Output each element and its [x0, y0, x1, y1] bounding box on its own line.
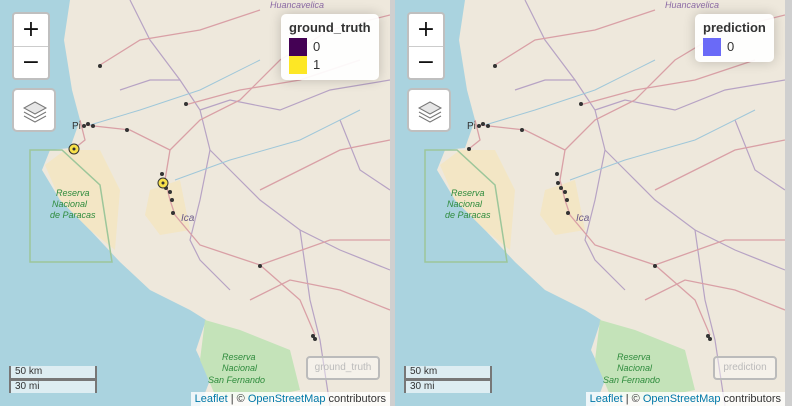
- legend-prediction: prediction 0: [695, 14, 774, 62]
- map-label-huancavelica: Huancavelica: [270, 0, 324, 10]
- map-label-reserve-sf-3: San Fernando: [603, 375, 660, 385]
- zoom-control: + −: [407, 12, 445, 80]
- map-label-reserve-paracas-1: Reserva: [451, 188, 485, 198]
- marker[interactable]: [258, 264, 262, 268]
- marker[interactable]: [82, 124, 86, 128]
- marker[interactable]: [708, 337, 712, 341]
- map-label-reserve-paracas-1: Reserva: [56, 188, 90, 198]
- map-label-reserve-paracas-2: Nacional: [447, 199, 483, 209]
- map-label-reserve-sf-1: Reserva: [222, 352, 256, 362]
- leaflet-link[interactable]: Leaflet: [195, 393, 228, 405]
- layers-button[interactable]: [12, 88, 56, 132]
- marker[interactable]: [556, 181, 560, 185]
- map-label-pisco: Pi: [467, 121, 476, 132]
- marker[interactable]: [160, 172, 164, 176]
- scale-bar: 50 km 30 mi: [404, 366, 492, 393]
- marker[interactable]: [555, 172, 559, 176]
- legend-row: 1: [289, 56, 371, 74]
- map-label-ica: Ica: [576, 213, 590, 224]
- marker[interactable]: [486, 124, 490, 128]
- layers-button[interactable]: [407, 88, 451, 132]
- scale-km: 50 km: [404, 366, 492, 380]
- marker[interactable]: [653, 264, 657, 268]
- map-comparison-view: Reserva Nacional de Paracas Reserva Naci…: [0, 0, 792, 406]
- page-gutter: [785, 0, 792, 406]
- marker[interactable]: [520, 128, 524, 132]
- map-label-reserve-sf-1: Reserva: [617, 352, 651, 362]
- map-label-reserve-paracas-3: de Paracas: [50, 210, 96, 220]
- map-label-reserve-sf-2: Nacional: [222, 363, 258, 373]
- marker[interactable]: [168, 190, 172, 194]
- legend-title: ground_truth: [289, 20, 371, 35]
- scale-bar: 50 km 30 mi: [9, 366, 97, 393]
- legend-label: 1: [313, 57, 321, 72]
- marker[interactable]: [98, 64, 102, 68]
- legend-swatch: [289, 56, 307, 74]
- marker[interactable]: [565, 198, 569, 202]
- marker[interactable]: [125, 128, 129, 132]
- attribution-sep: | ©: [622, 393, 643, 405]
- marker[interactable]: [493, 64, 497, 68]
- marker[interactable]: [566, 211, 570, 215]
- scale-km: 50 km: [9, 366, 97, 380]
- marker[interactable]: [86, 122, 90, 126]
- layer-toggle-badge[interactable]: prediction: [713, 356, 777, 380]
- prediction-map[interactable]: Reserva Nacional de Paracas Reserva Naci…: [395, 0, 785, 406]
- marker[interactable]: [184, 102, 188, 106]
- layers-icon: [417, 101, 443, 123]
- marker[interactable]: [559, 186, 563, 190]
- attribution-suffix: contributors: [720, 393, 781, 405]
- map-label-pisco: Pi: [72, 121, 81, 132]
- ground-truth-map[interactable]: Reserva Nacional de Paracas Reserva Naci…: [0, 0, 390, 406]
- legend-row: 0: [289, 38, 371, 56]
- marker[interactable]: [170, 198, 174, 202]
- zoom-in-button[interactable]: +: [14, 14, 48, 47]
- scale-mi: 30 mi: [404, 379, 492, 393]
- map-label-reserve-paracas-2: Nacional: [52, 199, 88, 209]
- marker[interactable]: [563, 190, 567, 194]
- zoom-out-button[interactable]: −: [409, 47, 443, 79]
- leaflet-link[interactable]: Leaflet: [590, 393, 623, 405]
- marker[interactable]: [579, 102, 583, 106]
- attribution: Leaflet | © OpenStreetMap contributors: [585, 392, 785, 406]
- attribution: Leaflet | © OpenStreetMap contributors: [190, 392, 390, 406]
- osm-link[interactable]: OpenStreetMap: [643, 393, 721, 405]
- legend-swatch: [703, 38, 721, 56]
- marker[interactable]: [171, 211, 175, 215]
- osm-link[interactable]: OpenStreetMap: [248, 393, 326, 405]
- map-label-reserve-sf-3: San Fernando: [208, 375, 265, 385]
- map-label-reserve-sf-2: Nacional: [617, 363, 653, 373]
- attribution-sep: | ©: [227, 393, 248, 405]
- marker[interactable]: [91, 124, 95, 128]
- marker[interactable]: [477, 124, 481, 128]
- map-label-ica: Ica: [181, 213, 195, 224]
- legend-label: 0: [727, 39, 735, 54]
- zoom-control: + −: [12, 12, 50, 80]
- marker[interactable]: [467, 147, 471, 151]
- legend-title: prediction: [703, 20, 766, 35]
- layer-toggle-badge[interactable]: ground_truth: [306, 356, 380, 380]
- map-label-huancavelica: Huancavelica: [665, 0, 719, 10]
- map-label-reserve-paracas-3: de Paracas: [445, 210, 491, 220]
- zoom-in-button[interactable]: +: [409, 14, 443, 47]
- scale-mi: 30 mi: [9, 379, 97, 393]
- marker[interactable]: [313, 337, 317, 341]
- layers-icon: [22, 101, 48, 123]
- marker[interactable]: [481, 122, 485, 126]
- attribution-suffix: contributors: [325, 393, 386, 405]
- legend-row: 0: [703, 38, 766, 56]
- legend-swatch: [289, 38, 307, 56]
- legend-ground-truth: ground_truth 0 1: [281, 14, 379, 80]
- legend-label: 0: [313, 39, 321, 54]
- zoom-out-button[interactable]: −: [14, 47, 48, 79]
